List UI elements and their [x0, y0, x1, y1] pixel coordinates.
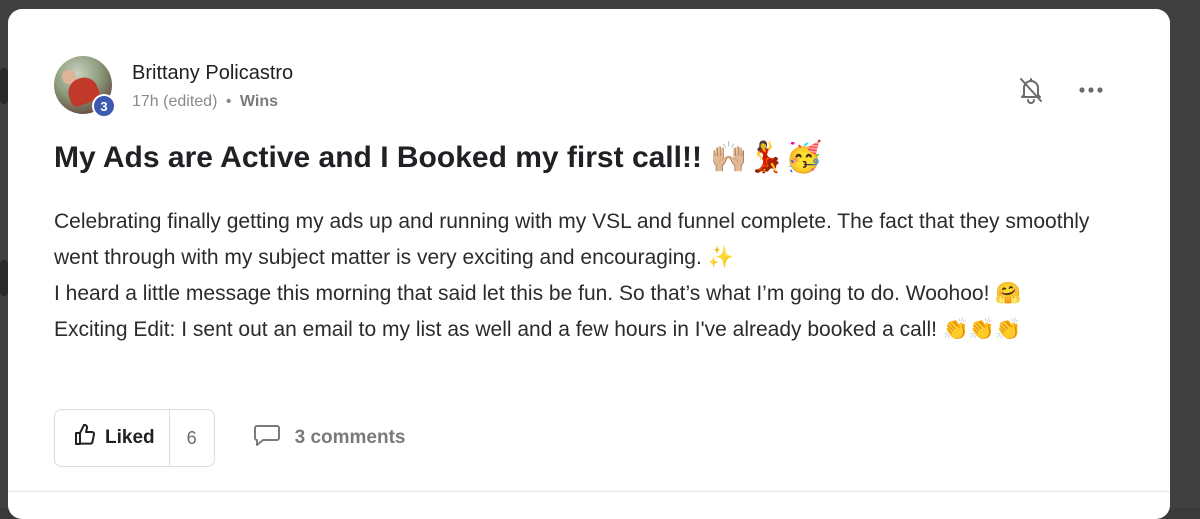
comments-button[interactable]: 3 comments: [253, 423, 406, 453]
meta-separator: •: [225, 93, 232, 110]
post-title[interactable]: My Ads are Active and I Booked my first …: [54, 140, 822, 175]
post-header: 3 Brittany Policastro 17h (edited) • Win…: [54, 56, 1114, 128]
post-time: 17h (edited): [132, 93, 218, 110]
post-actions: [1016, 75, 1106, 105]
post-footer: Liked 6 3 comments: [54, 409, 406, 467]
more-horizontal-icon[interactable]: [1076, 75, 1106, 105]
card-divider: [8, 491, 1170, 492]
like-count[interactable]: 6: [168, 410, 214, 466]
body-paragraph: I heard a little message this morning th…: [54, 282, 1022, 305]
post-meta: 17h (edited) • Wins: [132, 93, 278, 111]
comment-icon: [253, 423, 281, 453]
bell-off-icon[interactable]: [1016, 75, 1046, 105]
comments-label: 3 comments: [294, 427, 406, 448]
background-shape: [0, 260, 8, 296]
thumbs-up-icon: [73, 423, 97, 453]
body-paragraph: Celebrating finally getting my ads up an…: [54, 210, 1090, 269]
like-label: Liked: [105, 427, 155, 448]
like-button[interactable]: Liked: [55, 410, 169, 466]
like-group: Liked 6: [54, 409, 215, 467]
background-shape: [0, 68, 8, 104]
author-name[interactable]: Brittany Policastro: [132, 62, 293, 85]
post-body: Celebrating finally getting my ads up an…: [54, 204, 1134, 348]
post-category[interactable]: Wins: [240, 93, 278, 110]
level-badge: 3: [92, 94, 116, 118]
body-paragraph: Exciting Edit: I sent out an email to my…: [54, 318, 1022, 341]
post-card[interactable]: 3 Brittany Policastro 17h (edited) • Win…: [8, 9, 1170, 519]
